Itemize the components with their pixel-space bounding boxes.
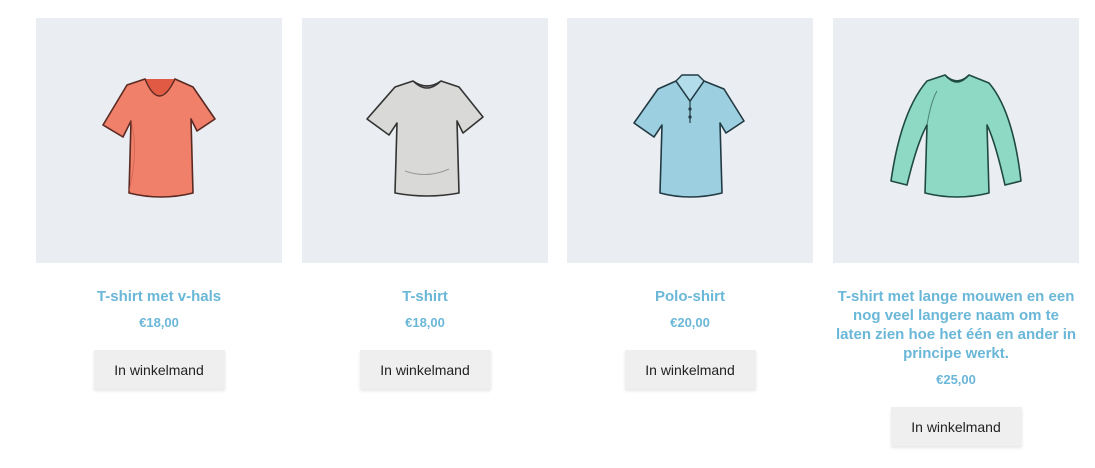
- product-image[interactable]: [567, 18, 813, 263]
- product-price: €18,00: [405, 315, 445, 330]
- product-card: Polo-shirt €20,00 In winkelmand: [567, 18, 813, 389]
- product-grid: T-shirt met v-hals €18,00 In winkelmand …: [0, 0, 1095, 468]
- add-to-cart-button[interactable]: In winkelmand: [359, 350, 491, 389]
- product-image[interactable]: [36, 18, 282, 263]
- add-to-cart-button[interactable]: In winkelmand: [624, 350, 756, 389]
- product-card: T-shirt met v-hals €18,00 In winkelmand: [36, 18, 282, 389]
- product-card: T-shirt €18,00 In winkelmand: [302, 18, 548, 389]
- product-price: €25,00: [936, 372, 976, 387]
- longsleeve-shirt-icon: [890, 73, 1022, 198]
- tshirt-icon: [366, 79, 484, 197]
- product-title[interactable]: T-shirt: [400, 287, 450, 306]
- product-title[interactable]: T-shirt met v-hals: [95, 287, 223, 306]
- product-card: T-shirt met lange mouwen en een nog veel…: [833, 18, 1079, 446]
- add-to-cart-button[interactable]: In winkelmand: [890, 407, 1022, 446]
- product-title[interactable]: Polo-shirt: [653, 287, 727, 306]
- product-title[interactable]: T-shirt met lange mouwen en een nog veel…: [833, 287, 1079, 363]
- add-to-cart-button[interactable]: In winkelmand: [93, 350, 225, 389]
- product-price: €18,00: [139, 315, 179, 330]
- vneck-tshirt-icon: [102, 77, 216, 198]
- product-image[interactable]: [302, 18, 548, 263]
- product-price: €20,00: [670, 315, 710, 330]
- polo-shirt-icon: [633, 73, 745, 198]
- product-image[interactable]: [833, 18, 1079, 263]
